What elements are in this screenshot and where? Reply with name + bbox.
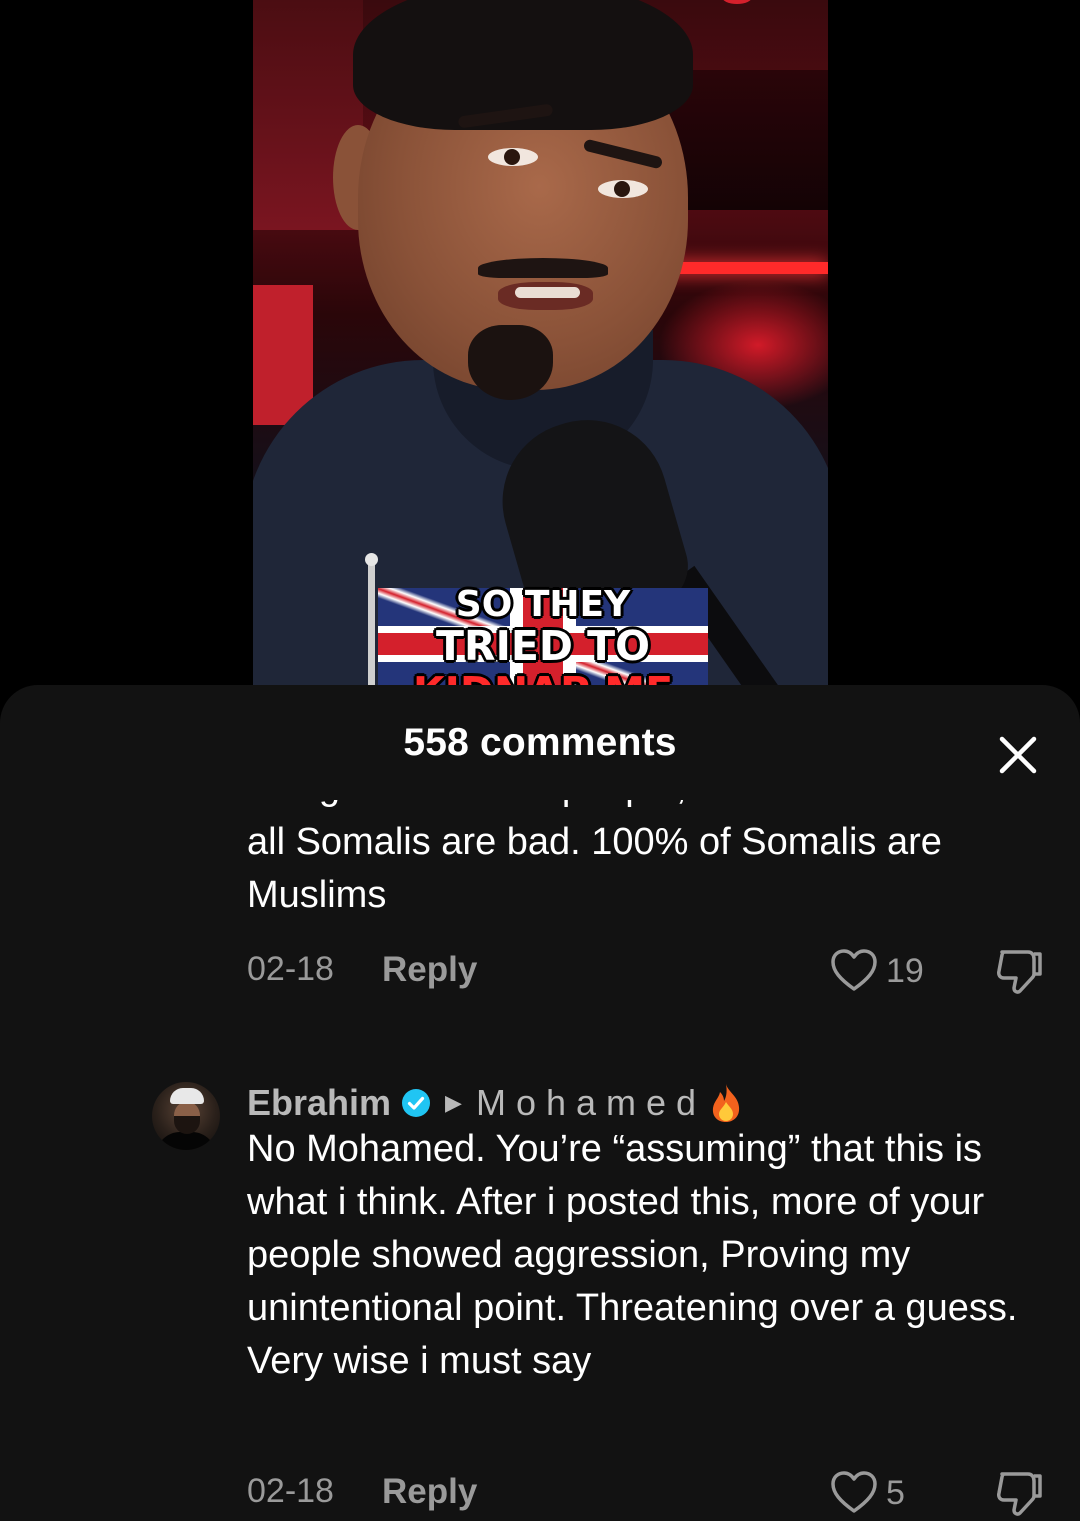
comment-meta: 02-18 Reply 19	[247, 946, 1047, 996]
like-button[interactable]: 5	[830, 1468, 905, 1518]
comments-header: 558 comments	[0, 685, 1080, 800]
heart-icon[interactable]	[830, 1470, 878, 1516]
speaker-beard	[468, 325, 553, 400]
fire-icon	[712, 1084, 740, 1122]
speaker-teeth	[515, 287, 580, 298]
comment-text-partial-line: has good and bad people, so don't think	[247, 800, 920, 814]
speaker-eye	[598, 180, 648, 198]
avatar[interactable]	[152, 1082, 220, 1150]
comment-date: 02-18	[247, 1472, 334, 1510]
dislike-button[interactable]	[992, 1468, 1048, 1518]
like-count: 5	[886, 1473, 905, 1512]
comment-list[interactable]: has good and bad people, so don't think …	[0, 800, 1080, 1521]
comments-sheet: 558 comments has good and bad people, so…	[0, 685, 1080, 1521]
speaker-eye	[488, 148, 538, 166]
video-caption: TRIED TO	[436, 622, 650, 670]
reply-button[interactable]: Reply	[382, 950, 477, 990]
verified-badge-icon	[402, 1089, 431, 1117]
close-button[interactable]	[990, 727, 1046, 783]
comment-meta: 02-18 Reply 5	[247, 1468, 1047, 1518]
reply-to-name[interactable]: Mohamed	[476, 1082, 706, 1124]
video-caption: SO THEY	[455, 584, 631, 625]
like-button[interactable]: 19	[830, 946, 924, 996]
thumbs-down-icon[interactable]	[992, 946, 1048, 996]
reply-arrow-icon: ▶	[445, 1090, 462, 1115]
comment-text: No Mohamed. You’re “assuming” that this …	[247, 1128, 1018, 1382]
dislike-button[interactable]	[992, 946, 1048, 996]
flag-pole-top	[365, 553, 378, 566]
video-player[interactable]: SO THEY TRIED TO KIDNAP ME	[0, 0, 1080, 700]
avatar-shirt	[156, 1132, 216, 1150]
speaker-mustache	[478, 258, 608, 278]
video-frame[interactable]: SO THEY TRIED TO KIDNAP ME	[253, 0, 828, 700]
like-count: 19	[886, 951, 924, 990]
comment-text-body: all Somalis are bad. 100% of Somalis are…	[247, 821, 942, 916]
avatar-cap	[170, 1088, 204, 1104]
comments-count-title: 558 comments	[403, 721, 677, 764]
flag-pole	[368, 560, 375, 700]
comment-date: 02-18	[247, 950, 334, 988]
thumbs-down-icon[interactable]	[992, 1468, 1048, 1518]
close-icon[interactable]	[990, 727, 1046, 783]
heart-icon[interactable]	[830, 948, 878, 994]
reply-button[interactable]: Reply	[382, 1472, 477, 1512]
author-name[interactable]: Ebrahim	[247, 1082, 391, 1124]
comment-text: has good and bad people, so don't think …	[247, 800, 1047, 922]
